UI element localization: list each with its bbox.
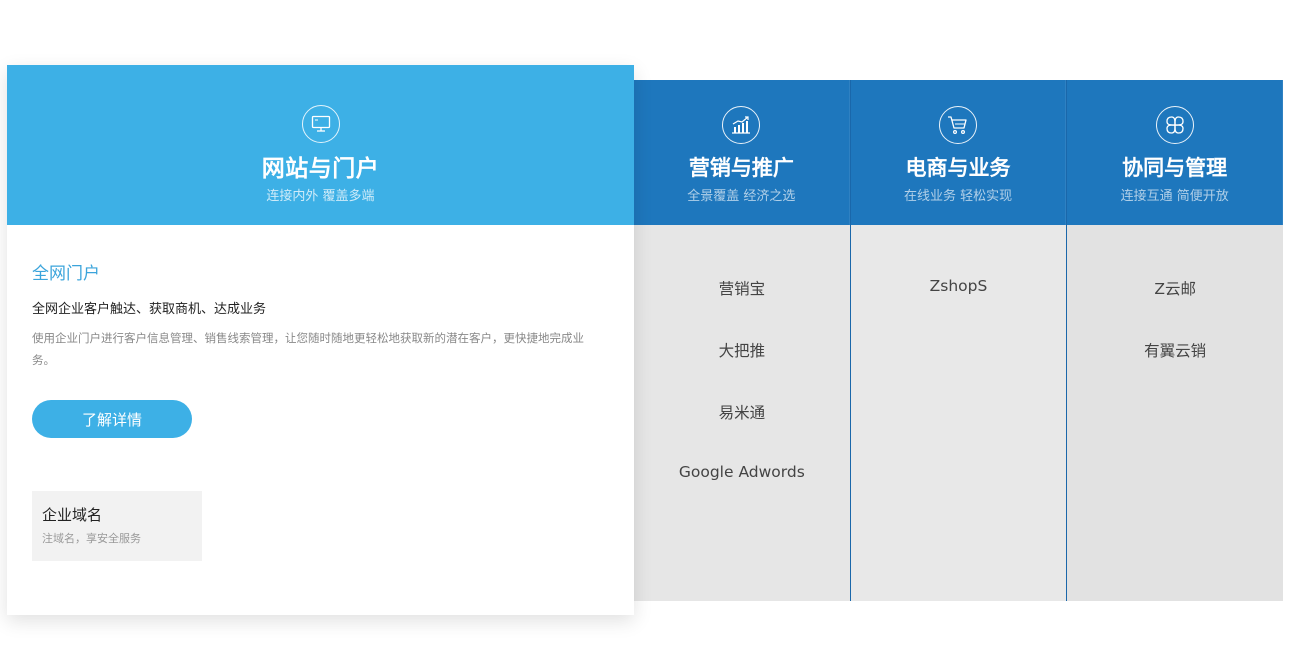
product-link[interactable]: 易米通 bbox=[634, 401, 850, 463]
product-showcase: 网站与门户 连接内外 覆盖多端 全网门户 全网企业客户触达、获取商机、达成业务 … bbox=[0, 0, 1290, 655]
category-columns: 营销与推广 全景覆盖 经济之选 营销宝 大把推 易米通 Google Adwor… bbox=[634, 80, 1284, 601]
product-link[interactable]: 有翼云销 bbox=[1067, 339, 1283, 401]
product-lead: 全网企业客户触达、获取商机、达成业务 bbox=[32, 302, 267, 317]
column-body-collaboration: Z云邮 有翼云销 bbox=[1067, 225, 1284, 601]
growth-chart-icon bbox=[722, 106, 761, 144]
column-body-marketing: 营销宝 大把推 易米通 Google Adwords bbox=[634, 225, 850, 601]
column-header-marketing[interactable]: 营销与推广 全景覆盖 经济之选 bbox=[634, 80, 850, 225]
column-ecommerce: 电商与业务 在线业务 轻松实现 ZshopS bbox=[850, 80, 1068, 601]
product-link[interactable]: 营销宝 bbox=[634, 277, 850, 339]
column-subtitle: 全景覆盖 经济之选 bbox=[687, 189, 796, 204]
column-subtitle: 连接互通 简便开放 bbox=[1120, 189, 1229, 204]
active-panel-body: 全网门户 全网企业客户触达、获取商机、达成业务 使用企业门户进行客户信息管理、销… bbox=[7, 259, 634, 561]
domain-card-subtitle: 注域名，享安全服务 bbox=[42, 532, 141, 545]
product-link[interactable]: 大把推 bbox=[634, 339, 850, 401]
column-header-collaboration[interactable]: 协同与管理 连接互通 简便开放 bbox=[1067, 80, 1284, 225]
column-header-ecommerce[interactable]: 电商与业务 在线业务 轻松实现 bbox=[850, 80, 1067, 225]
column-marketing: 营销与推广 全景覆盖 经济之选 营销宝 大把推 易米通 Google Adwor… bbox=[634, 80, 851, 601]
column-title: 电商与业务 bbox=[905, 156, 1011, 180]
active-panel-header[interactable]: 网站与门户 连接内外 覆盖多端 bbox=[7, 65, 634, 225]
column-subtitle: 在线业务 轻松实现 bbox=[903, 189, 1013, 204]
product-link[interactable]: Z云邮 bbox=[1067, 277, 1283, 339]
column-title: 协同与管理 bbox=[1122, 156, 1228, 180]
active-panel-website-portal: 网站与门户 连接内外 覆盖多端 全网门户 全网企业客户触达、获取商机、达成业务 … bbox=[7, 65, 634, 615]
product-title[interactable]: 全网门户 bbox=[32, 259, 609, 284]
column-body-ecommerce: ZshopS bbox=[850, 225, 1067, 601]
column-title: 营销与推广 bbox=[688, 156, 794, 180]
column-collaboration: 协同与管理 连接互通 简便开放 Z云邮 有翼云销 bbox=[1067, 80, 1284, 601]
domain-card[interactable]: 企业域名 注域名，享安全服务 bbox=[32, 491, 202, 561]
learn-more-button[interactable]: 了解详情 bbox=[32, 400, 192, 438]
active-panel-title: 网站与门户 bbox=[261, 156, 380, 182]
monitor-icon bbox=[301, 105, 340, 143]
collaboration-icon bbox=[1155, 106, 1194, 144]
shopping-cart-icon bbox=[939, 106, 977, 144]
product-link[interactable]: ZshopS bbox=[851, 277, 1067, 339]
active-panel-subtitle: 连接内外 覆盖多端 bbox=[266, 189, 375, 204]
product-description: 使用企业门户进行客户信息管理、销售线索管理，让您随时随地更轻松地获取新的潜在客户… bbox=[32, 331, 584, 367]
domain-card-title: 企业域名 bbox=[42, 506, 103, 524]
product-link[interactable]: Google Adwords bbox=[634, 463, 850, 525]
